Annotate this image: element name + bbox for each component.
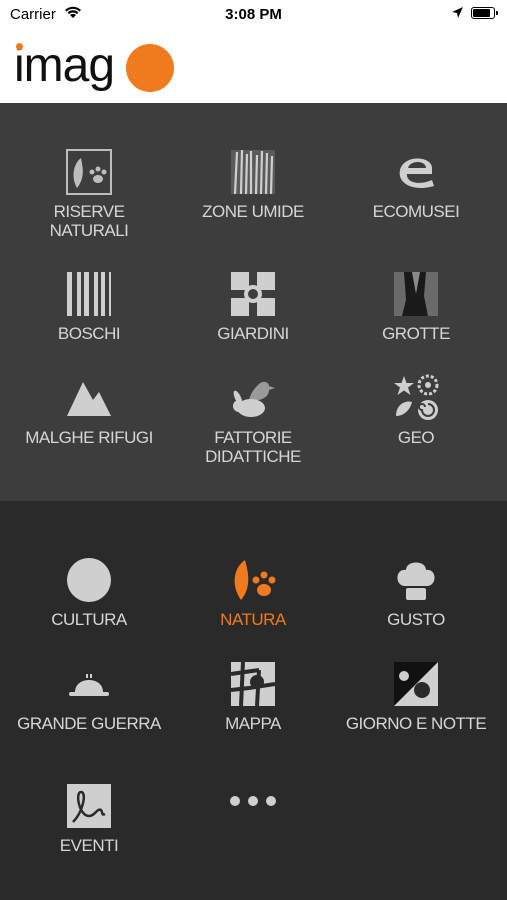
- map-icon: [230, 661, 276, 707]
- duck-rabbit-icon: [233, 381, 275, 417]
- logo-i-dot: [16, 43, 23, 50]
- category-label: ECOMUSEI: [372, 202, 460, 221]
- section-giorno-e-notte[interactable]: GIORNO E NOTTE: [341, 660, 491, 733]
- category-grotte[interactable]: GROTTE: [341, 270, 491, 343]
- paw-leaf-icon: [234, 560, 276, 600]
- app-header: imag: [0, 30, 507, 103]
- category-label: RISERVE NATURALI: [49, 202, 129, 240]
- section-natura[interactable]: NATURA: [178, 556, 328, 629]
- tree-trunks-icon: [67, 272, 111, 316]
- section-label: NATURA: [220, 610, 286, 629]
- category-label: GROTTE: [382, 324, 450, 343]
- section-mappa[interactable]: MAPPA: [178, 660, 328, 733]
- section-label: GRANDE GUERRA: [17, 714, 161, 733]
- reeds-icon: [231, 149, 275, 195]
- dot: [230, 796, 240, 806]
- category-label: MALGHE RIFUGI: [25, 428, 153, 447]
- signature-icon: [67, 784, 111, 828]
- section-label: GIORNO E NOTTE: [345, 714, 487, 733]
- category-geo[interactable]: GEO: [341, 374, 491, 447]
- fossil-icon: [394, 374, 439, 420]
- more-dots-icon[interactable]: [178, 793, 328, 811]
- dot: [248, 796, 258, 806]
- section-grande-guerra[interactable]: GRANDE GUERRA: [14, 660, 164, 733]
- day-night-icon: [394, 662, 438, 706]
- section-label: MAPPA: [225, 714, 281, 733]
- paw-leaf-icon: [66, 149, 112, 195]
- location-arrow-icon: [451, 6, 464, 23]
- category-fattorie-didattiche[interactable]: FATTORIE DIDATTICHE: [178, 374, 328, 466]
- status-bar: Carrier 3:08 PM: [0, 0, 507, 30]
- circle-icon: [67, 558, 111, 602]
- cave-icon: [394, 272, 438, 316]
- category-label: GEO: [397, 428, 435, 447]
- logo-orange-circle: [126, 44, 174, 92]
- category-zone-umide[interactable]: ZONE UMIDE: [178, 148, 328, 221]
- category-label: FATTORIE DIDATTICHE: [205, 428, 301, 466]
- section-gusto[interactable]: GUSTO: [341, 556, 491, 629]
- logo: imag: [14, 39, 115, 92]
- category-label: ZONE UMIDE: [202, 202, 304, 221]
- section-eventi[interactable]: EVENTI: [14, 782, 164, 855]
- section-label: CULTURA: [51, 610, 127, 629]
- chef-hat-icon: [397, 562, 435, 600]
- section-cultura[interactable]: CULTURA: [14, 556, 164, 629]
- battery-icon: [471, 7, 498, 19]
- category-label: BOSCHI: [57, 324, 121, 343]
- category-ecomusei[interactable]: ECOMUSEI: [341, 148, 491, 221]
- category-label: GIARDINI: [217, 324, 289, 343]
- category-malghe-rifugi[interactable]: MALGHE RIFUGI: [14, 374, 164, 447]
- category-riserve-naturali[interactable]: RISERVE NATURALI: [14, 148, 164, 240]
- section-label: GUSTO: [387, 610, 445, 629]
- dot: [266, 796, 276, 806]
- category-boschi[interactable]: BOSCHI: [14, 270, 164, 343]
- mountain-icon: [67, 382, 111, 416]
- category-giardini[interactable]: GIARDINI: [178, 270, 328, 343]
- garden-icon: [231, 272, 275, 316]
- clock: 3:08 PM: [225, 6, 282, 23]
- helmet-icon: [69, 674, 109, 696]
- ecomuseo-e-icon: [399, 158, 434, 189]
- section-label: EVENTI: [59, 836, 119, 855]
